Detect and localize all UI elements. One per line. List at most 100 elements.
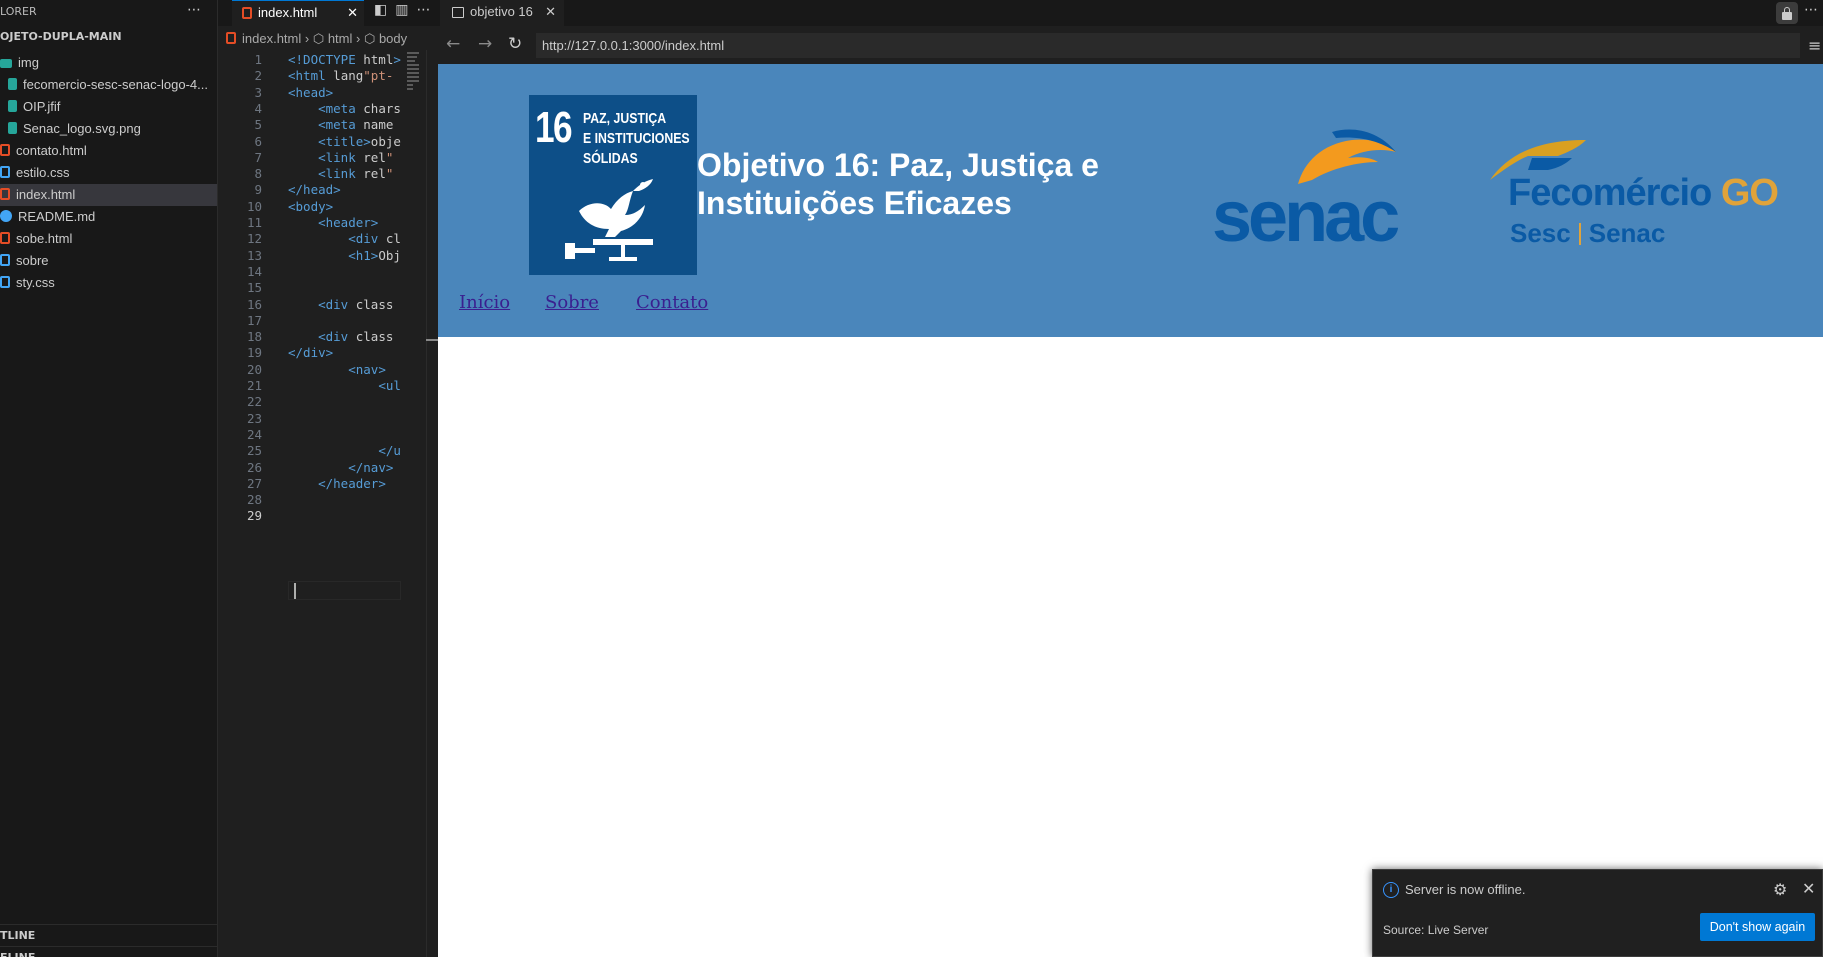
breadcrumb: index.html › ⬡ html › ⬡ body [218, 28, 438, 50]
minimap-line [407, 88, 413, 90]
tree-item-img[interactable]: img [0, 52, 217, 74]
code-text: <body> [288, 198, 334, 214]
breadcrumb-item-body[interactable]: body [379, 31, 407, 46]
browser-preview-icon [452, 7, 464, 18]
fecomercio-sesc-senac-logo: Fecomércio GO Sesc Senac [1488, 134, 1808, 264]
tree-item-label: sty.css [16, 275, 55, 290]
page-title: Objetivo 16: Paz, Justiça e Instituições… [697, 147, 1099, 221]
tree-item-label: OIP.jfif [23, 99, 61, 114]
dove-gavel-icon [565, 179, 653, 261]
code-line[interactable]: 29 [218, 506, 401, 525]
explorer-sidebar: LORER ⋯ OJETO-DUPLA-MAIN img fecomercio-… [0, 0, 218, 957]
project-folder-header[interactable]: OJETO-DUPLA-MAIN [0, 30, 122, 43]
text-cursor [294, 583, 296, 599]
vertical-scrollbar[interactable] [426, 50, 438, 957]
html-file-icon [226, 32, 236, 44]
tree-item-label: Senac_logo.svg.png [23, 121, 141, 136]
close-icon[interactable]: ✕ [545, 0, 556, 24]
nav-link-sobre[interactable]: Sobre [545, 292, 599, 313]
outline-section-header[interactable]: TLINE [0, 924, 217, 946]
image-file-icon [8, 100, 17, 112]
tree-item-label: fecomercio-sesc-senac-logo-4... [23, 77, 208, 92]
browser-tab-bar: objetivo 16 ✕ ⋯ [438, 0, 1823, 26]
simple-browser-panel: objetivo 16 ✕ ⋯ ← → ↻ http://127.0.0.1:3… [438, 0, 1823, 957]
minimap-line [407, 64, 419, 66]
code-editor: index.html ✕ ◧▥⋯ index.html › ⬡ html › ⬡… [218, 0, 438, 957]
open-preview-icon[interactable]: ◧ [374, 2, 395, 18]
html-file-icon [0, 188, 10, 200]
tree-item-fecomercio-logo[interactable]: fecomercio-sesc-senac-logo-4... [0, 74, 217, 96]
cube-icon: ⬡ [312, 31, 325, 46]
senac-logo: senac [1212, 122, 1424, 262]
code-text: <link rel" [318, 166, 394, 182]
chevron-right-icon: › [304, 31, 313, 46]
breadcrumb-item-html[interactable]: html [328, 31, 353, 46]
explorer-title-text: LORER [0, 5, 37, 18]
chevron-right-icon: › [356, 31, 364, 46]
back-arrow-icon[interactable]: ← [446, 35, 460, 53]
minimap-line [407, 56, 417, 58]
gear-icon[interactable]: ⚙ [1773, 880, 1787, 900]
tree-item-index[interactable]: index.html [0, 184, 217, 206]
lock-icon[interactable] [1776, 2, 1798, 24]
sdg-text-line: E INSTITUCIONES [583, 130, 690, 147]
minimap-line [407, 60, 415, 62]
editor-actions: ◧▥⋯ [374, 2, 438, 18]
cube-icon: ⬡ [363, 31, 376, 46]
more-actions-icon[interactable]: ⋯ [416, 2, 438, 18]
forward-arrow-icon[interactable]: → [478, 35, 492, 53]
code-text: <ul [378, 378, 401, 393]
minimap-line [407, 76, 419, 78]
site-header: 16 PAZ, JUSTIÇA E INSTITUCIONES SÓLIDAS [438, 64, 1823, 337]
html-file-icon [0, 144, 10, 156]
more-actions-icon[interactable]: ⋯ [187, 0, 202, 20]
code-text: <h1>Obj [348, 247, 401, 263]
notification-message: Server is now offline. [1405, 882, 1526, 897]
code-text: <!DOCTYPE html> [288, 52, 401, 67]
code-text: <div class [318, 329, 394, 345]
code-text: </head> [288, 182, 341, 198]
code-text: <header> [318, 215, 379, 230]
web-page-viewport: 16 PAZ, JUSTIÇA E INSTITUCIONES SÓLIDAS [438, 64, 1823, 957]
close-icon[interactable]: ✕ [1802, 879, 1815, 899]
close-icon[interactable]: ✕ [347, 1, 358, 25]
minimap-line [407, 80, 419, 82]
menu-icon[interactable]: ≡ [1808, 36, 1821, 55]
html-file-icon [242, 7, 252, 19]
tree-item-senac-logo[interactable]: Senac_logo.svg.png [0, 118, 217, 140]
current-line-highlight [288, 581, 401, 600]
tree-item-sty[interactable]: sty.css [0, 272, 217, 294]
minimap-line [407, 84, 413, 86]
nav-link-contato[interactable]: Contato [636, 292, 708, 313]
tree-item-sobe[interactable]: sobe.html [0, 228, 217, 250]
tree-item-oip[interactable]: OIP.jfif [0, 96, 217, 118]
go-text: GO [1720, 172, 1779, 214]
tree-item-label: estilo.css [16, 165, 70, 180]
tree-item-sobre[interactable]: sobre [0, 250, 217, 272]
tree-item-estilo[interactable]: estilo.css [0, 162, 217, 184]
html-file-icon [0, 232, 10, 244]
breadcrumb-item-file[interactable]: index.html [242, 31, 301, 46]
tree-item-label: img [18, 55, 39, 70]
dont-show-again-button[interactable]: Don't show again [1700, 913, 1815, 941]
tab-objetivo-16[interactable]: objetivo 16 ✕ [440, 0, 564, 26]
folder-icon [0, 59, 12, 68]
timeline-section-header[interactable]: ELINE [0, 946, 217, 957]
tab-index-html[interactable]: index.html ✕ [232, 0, 364, 26]
reload-icon[interactable]: ↻ [508, 35, 522, 53]
more-actions-icon[interactable]: ⋯ [1804, 2, 1819, 18]
tree-item-readme[interactable]: README.md [0, 206, 217, 228]
url-input[interactable]: http://127.0.0.1:3000/index.html [536, 33, 1800, 58]
senac-wordmark: senac [1212, 177, 1400, 257]
code-text: </nav> [348, 459, 394, 475]
minimap[interactable] [401, 50, 426, 957]
nav-link-inicio[interactable]: Início [459, 292, 510, 313]
code-text: </header> [318, 475, 386, 491]
sesc-senac-wordmark: Sesc Senac [1510, 218, 1665, 249]
split-editor-icon[interactable]: ▥ [395, 2, 416, 18]
sdg-goal-text: PAZ, JUSTIÇA E INSTITUCIONES SÓLIDAS [583, 109, 690, 169]
code-text: <div cl [348, 231, 401, 247]
code-text: <meta name [318, 117, 394, 133]
minimap-line [407, 72, 419, 74]
tree-item-contato[interactable]: contato.html [0, 140, 217, 162]
